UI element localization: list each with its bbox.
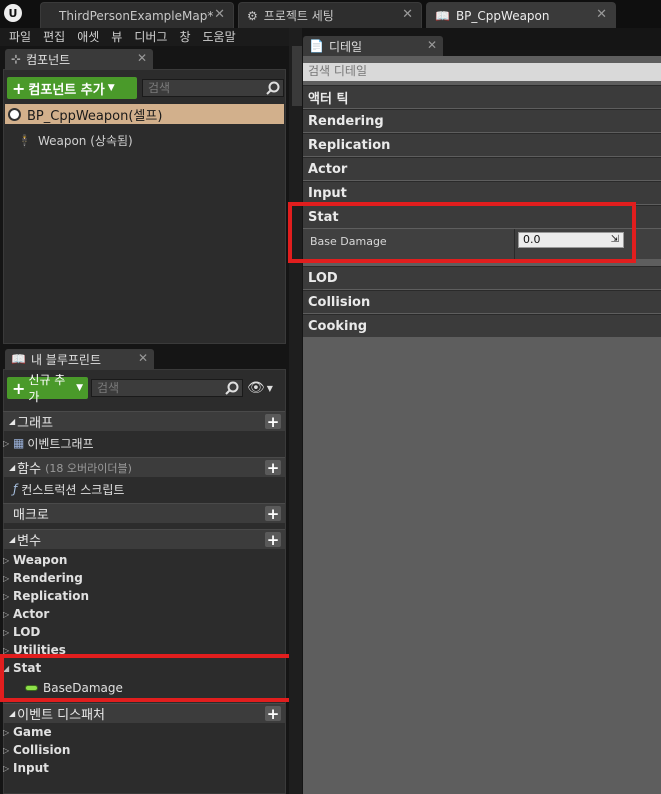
tab-project-settings[interactable]: ⚙ 프로젝트 세팅 ✕: [238, 2, 422, 28]
collapse-triangle-icon: ◢: [9, 709, 16, 718]
expand-triangle-icon: ▷: [3, 573, 10, 583]
component-root-item[interactable]: BP_CppWeapon(셀프): [5, 104, 284, 124]
tab-label: 프로젝트 세팅: [263, 9, 334, 23]
skeletal-mesh-icon: 🕴: [17, 133, 32, 148]
graph-icon: ▦: [13, 436, 25, 450]
component-child-item[interactable]: 🕴 Weapon (상속됨): [17, 132, 133, 149]
close-icon[interactable]: ✕: [138, 351, 148, 365]
collapse-triangle-icon: ◢: [9, 417, 16, 426]
event-dispatchers-section-header[interactable]: ◢ 이벤트 디스패처 +: [3, 703, 285, 723]
menu-debug[interactable]: 디버그: [122, 28, 167, 46]
expand-triangle-icon: ▷: [3, 763, 10, 773]
add-graph-button[interactable]: +: [265, 413, 281, 431]
search-icon: [225, 381, 239, 395]
tab-label: BP_CppWeapon: [455, 8, 550, 23]
details-category-rendering[interactable]: Rendering: [303, 109, 661, 132]
chevron-down-icon: ▼: [266, 383, 273, 393]
document-tab-bar: U ThirdPersonExampleMap* ✕ ⚙ 프로젝트 세팅 ✕ 📖…: [0, 0, 661, 28]
panel-splitter[interactable]: [289, 28, 302, 794]
highlight-box-variable: [0, 654, 302, 702]
viewport-sliver: [292, 46, 302, 106]
variable-group-rendering[interactable]: ▷ Rendering: [3, 569, 285, 587]
blueprint-search-input[interactable]: 검색: [91, 379, 243, 397]
tab-third-person-map[interactable]: ThirdPersonExampleMap* ✕: [40, 2, 234, 28]
close-icon[interactable]: ✕: [402, 7, 413, 22]
my-blueprint-tab[interactable]: 📖 내 블루프린트 ✕: [5, 349, 154, 369]
close-icon[interactable]: ✕: [427, 38, 437, 52]
components-tab[interactable]: ⊹ 컴포넌트 ✕: [5, 49, 153, 69]
close-icon[interactable]: ✕: [214, 7, 225, 22]
variable-group-weapon[interactable]: ▷ Weapon: [3, 551, 285, 569]
unreal-logo-icon[interactable]: U: [0, 0, 26, 26]
plus-icon: +: [12, 78, 26, 98]
plus-icon: +: [12, 378, 26, 398]
expand-triangle-icon: ▷: [3, 727, 10, 737]
add-function-button[interactable]: +: [265, 459, 281, 477]
highlight-box-details: [288, 202, 636, 263]
add-macro-button[interactable]: +: [265, 505, 281, 523]
collapse-triangle-icon: ◢: [9, 535, 16, 544]
menu-file[interactable]: 파일: [0, 28, 31, 46]
menu-bar: 파일 편집 애셋 뷰 디버그 창 도움말: [0, 28, 300, 46]
book-icon: 📖: [11, 352, 26, 366]
collapse-triangle-icon: ◢: [9, 463, 16, 472]
eye-icon: 👁: [247, 380, 265, 396]
details-category-actor-tick[interactable]: 액터 틱: [303, 85, 661, 108]
chevron-down-icon: ▼: [76, 383, 83, 393]
details-search-input[interactable]: 검색 디테일: [303, 63, 661, 81]
menu-help[interactable]: 도움말: [191, 28, 236, 46]
variable-group-actor[interactable]: ▷ Actor: [3, 605, 285, 623]
details-category-collision[interactable]: Collision: [303, 290, 661, 313]
details-category-cooking[interactable]: Cooking: [303, 314, 661, 337]
functions-section-header[interactable]: ◢ 함수 (18 오버라이더블) +: [3, 457, 285, 477]
tab-label: ThirdPersonExampleMap*: [59, 8, 214, 23]
menu-asset[interactable]: 애셋: [65, 28, 99, 46]
svg-text:U: U: [9, 7, 18, 20]
tab-bp-cppweapon[interactable]: 📖 BP_CppWeapon ✕: [426, 2, 616, 28]
settings-icon: ⚙: [247, 8, 258, 23]
add-new-button[interactable]: + 신규 추가 ▼: [7, 373, 88, 404]
dispatcher-group-input[interactable]: ▷ Input: [3, 759, 285, 777]
macros-section-header[interactable]: 매크로 +: [3, 503, 285, 523]
function-icon: ƒ: [13, 482, 18, 496]
add-variable-button[interactable]: +: [265, 531, 281, 549]
blueprint-icon: 📖: [435, 8, 450, 23]
menu-edit[interactable]: 편집: [31, 28, 65, 46]
details-icon: 📄: [309, 39, 324, 53]
add-dispatcher-button[interactable]: +: [265, 705, 281, 723]
expand-triangle-icon: ▷: [3, 745, 10, 755]
menu-view[interactable]: 뷰: [99, 28, 122, 46]
variable-group-lod[interactable]: ▷ LOD: [3, 623, 285, 641]
components-tab-label: 컴포넌트: [26, 52, 71, 67]
details-category-replication[interactable]: Replication: [303, 133, 661, 156]
scene-component-icon: [8, 107, 21, 121]
close-icon[interactable]: ✕: [137, 51, 147, 65]
expand-triangle-icon: ▷: [3, 609, 10, 619]
expand-triangle-icon: ▷: [3, 438, 10, 448]
chevron-down-icon: ▼: [107, 83, 115, 93]
expand-triangle-icon: ▷: [3, 627, 10, 637]
event-graph-item[interactable]: ▷ ▦ 이벤트그래프: [3, 434, 285, 452]
close-icon[interactable]: ✕: [596, 7, 607, 22]
construction-script-item[interactable]: ƒ 컨스트럭션 스크립트: [13, 480, 295, 498]
dispatcher-group-game[interactable]: ▷ Game: [3, 723, 285, 741]
view-options-button[interactable]: 👁 ▼: [247, 380, 279, 396]
dispatcher-group-collision[interactable]: ▷ Collision: [3, 741, 285, 759]
menu-window[interactable]: 창: [167, 28, 190, 46]
search-icon: [266, 81, 280, 95]
details-category-input[interactable]: Input: [303, 181, 661, 204]
expand-triangle-icon: ▷: [3, 555, 10, 565]
details-category-lod[interactable]: LOD: [303, 266, 661, 289]
details-tab[interactable]: 📄 디테일 ✕: [303, 36, 443, 56]
components-icon: ⊹: [11, 52, 22, 66]
variables-section-header[interactable]: ◢ 변수 +: [3, 529, 285, 549]
details-category-actor[interactable]: Actor: [303, 157, 661, 180]
components-search-input[interactable]: 검색: [142, 79, 284, 97]
graphs-section-header[interactable]: ◢ 그래프 +: [3, 411, 285, 431]
add-component-button[interactable]: + 컴포넌트 추가 ▼: [7, 77, 137, 99]
expand-triangle-icon: ▷: [3, 591, 10, 601]
variable-group-replication[interactable]: ▷ Replication: [3, 587, 285, 605]
